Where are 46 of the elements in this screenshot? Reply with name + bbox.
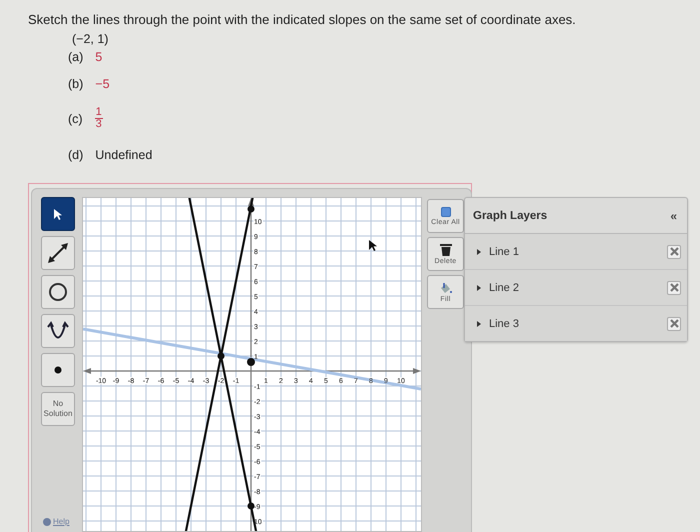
slope-value: 5 bbox=[95, 50, 102, 64]
point[interactable] bbox=[248, 502, 254, 510]
layer-name: Line 1 bbox=[489, 246, 520, 258]
pointer-tool-button[interactable] bbox=[41, 197, 75, 231]
layer-row[interactable]: Line 1 bbox=[465, 234, 687, 270]
delete-layer-button[interactable] bbox=[667, 244, 681, 258]
point-tool-icon bbox=[54, 366, 62, 374]
collapse-button[interactable]: « bbox=[670, 208, 677, 222]
panel-title: Graph Layers bbox=[473, 210, 548, 222]
help-icon bbox=[43, 518, 51, 526]
pointer-icon bbox=[53, 208, 63, 220]
no-solution-button[interactable]: No Solution bbox=[41, 392, 75, 426]
layer-row[interactable]: Line 3 bbox=[465, 306, 687, 341]
close-icon bbox=[670, 319, 678, 328]
expand-triangle-icon bbox=[477, 248, 481, 254]
point[interactable] bbox=[218, 352, 224, 360]
trash-icon bbox=[440, 243, 452, 256]
layer-name: Line 3 bbox=[489, 318, 520, 330]
layer-name: Line 2 bbox=[489, 282, 520, 294]
slope-fraction: 1 3 bbox=[94, 107, 103, 130]
line-tool-button[interactable] bbox=[41, 236, 75, 270]
parabola-tool-button[interactable] bbox=[41, 314, 75, 348]
circle-tool-button[interactable] bbox=[41, 275, 75, 309]
given-point: (−2, 1) bbox=[72, 32, 110, 46]
part-label: (d) bbox=[68, 148, 84, 162]
paint-bucket-icon bbox=[439, 282, 452, 294]
circle-tool-icon bbox=[48, 282, 68, 302]
question-text: Sketch the lines through the point with the indicated slopes on the same set of coordinate axes. bbox=[28, 12, 577, 27]
point[interactable] bbox=[247, 358, 255, 366]
expand-triangle-icon bbox=[477, 284, 481, 290]
point[interactable] bbox=[248, 206, 254, 212]
line-tool-icon bbox=[46, 241, 70, 265]
layer-row[interactable]: Line 2 bbox=[465, 270, 687, 306]
slope-value: Undefined bbox=[95, 148, 152, 162]
delete-layer-button[interactable] bbox=[667, 316, 681, 330]
part-label: (b) bbox=[68, 77, 84, 91]
slope-value: −5 bbox=[95, 77, 110, 91]
square-icon bbox=[440, 206, 450, 216]
close-icon bbox=[670, 247, 678, 256]
delete-layer-button[interactable] bbox=[667, 280, 681, 294]
cursor-icon bbox=[369, 240, 377, 251]
point-tool-button[interactable] bbox=[41, 353, 75, 387]
part-label: (a) bbox=[68, 50, 84, 64]
expand-triangle-icon bbox=[477, 320, 481, 326]
close-icon bbox=[670, 283, 678, 292]
part-label: (c) bbox=[68, 112, 83, 126]
